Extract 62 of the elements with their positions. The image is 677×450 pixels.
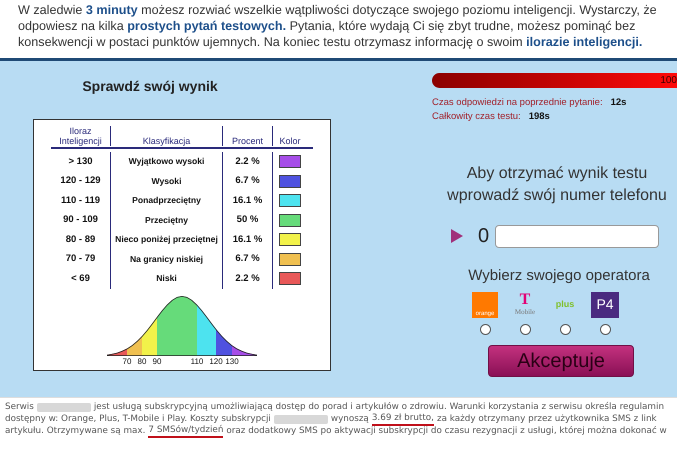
- axis-tick-label: 80: [138, 356, 146, 366]
- column-header: Klasyfikacja: [111, 126, 223, 146]
- table-cell: 2.2 %: [235, 272, 260, 286]
- footer-text: wynoszą: [330, 413, 369, 425]
- table-cell: Na granicy niskiej: [130, 252, 204, 266]
- phone-prefix: 0: [478, 224, 490, 249]
- table-cell: 16.1 %: [232, 194, 262, 208]
- time-label: Całkowity czas testu:: [432, 110, 521, 123]
- operator-logo: P4: [591, 292, 619, 318]
- table-cell: 6.7 %: [235, 174, 260, 188]
- axis-tick-label: 90: [152, 356, 162, 366]
- table-cell: 6.7 %: [235, 252, 260, 266]
- axis-tick-label: 120: [209, 356, 223, 366]
- footer-text: jest usługą subskrypcyjną umożliwiającą dostęp do porad i artykułów o zdrowiu. Warunki korzystania z serwisu określa regulamin: [94, 401, 664, 413]
- footer-text: oraz dodatkowy SMS po aktywacji subskrypcji do czasu rezygnacji z usługi, której można dokonać w: [226, 425, 667, 437]
- table-cell: Przeciętny: [145, 214, 188, 227]
- column-header: Iloraz Inteligencji: [51, 126, 111, 146]
- operator-radio[interactable]: [480, 324, 490, 334]
- footer-text: Serwis: [5, 401, 34, 413]
- table-cell: 110 - 119: [60, 194, 100, 208]
- phone-prompt: Aby otrzymać wynik testu wprowadź swój numer telefonu: [446, 164, 668, 206]
- axis-tick-label: 70: [122, 356, 132, 366]
- footer-text: artykułu. Otrzymywane są max.: [5, 425, 146, 437]
- operator-logo: plus: [556, 298, 574, 311]
- footer-text: dostępny w: Orange, Plus, T-Mobile i Play. Koszty subskrypcji: [5, 413, 271, 424]
- operator-radio[interactable]: [520, 324, 530, 334]
- column-header: Procent: [223, 126, 273, 146]
- table-cell: > 130: [68, 154, 93, 169]
- axis-tick-label: 130: [225, 356, 239, 366]
- table-cell: 70 - 79: [66, 252, 96, 266]
- table-cell: Wyjątkowo wysoki: [128, 155, 204, 168]
- operator-radio[interactable]: [600, 324, 610, 334]
- phone-input-field[interactable]: [495, 224, 660, 248]
- blurred-block: [36, 402, 91, 412]
- intro-paragraph: W zaledwie 3 minuty możesz rozwiać wszelkie wątpliwości dotyczące swojego poziomu inteligencji. Wystarczy, że odpowiesz na kilka prostych pytań testowych. Pytania, które wydają Ci się zbyt trudne, możesz pominąć bez konsekwencji w postaci punktów ujemnych. Na koniec testu otrzymasz informację o swoim ilorazie inteligencji.: [18, 2, 658, 50]
- blurred-block: [274, 414, 328, 424]
- table-cell: 2.2 %: [235, 154, 260, 169]
- table-cell: 80 - 89: [66, 232, 96, 247]
- table-cell: Niski: [156, 272, 177, 286]
- play-icon: [450, 228, 464, 244]
- column-header: Kolor: [278, 135, 302, 146]
- time-value: 12s: [610, 96, 626, 109]
- underlined-text: 7 SMSów/tydzień: [148, 424, 224, 438]
- progress-reading: 100: [660, 74, 677, 88]
- table-cell: 120 - 129: [60, 174, 101, 188]
- table-cell: 16.1 %: [232, 232, 262, 247]
- accept-button[interactable]: Akceptuje: [488, 344, 634, 376]
- table-cell: Wysoki: [152, 174, 182, 188]
- table-cell: Ponadprzeciętny: [132, 194, 201, 208]
- time-label: Czas odpowiedzi na poprzednie pytanie:: [432, 96, 603, 109]
- table-cell: Nieco poniżej przeciętnej: [115, 233, 218, 246]
- footer-text: za każdy otrzymany przez użytkownika SMS z link: [436, 413, 657, 425]
- result-title: Sprawdź swój wynik: [82, 77, 218, 96]
- operator-radio[interactable]: [560, 324, 570, 334]
- axis-tick-label: 110: [190, 356, 204, 366]
- time-value: 198s: [528, 110, 550, 123]
- table-cell: 50 %: [236, 213, 258, 228]
- table-cell: 90 - 109: [63, 213, 98, 228]
- underlined-text: 3.69 zł brutto,: [372, 412, 434, 426]
- operator-logo: T: [520, 292, 530, 308]
- operator-prompt: Wybierz swojego operatora: [467, 266, 651, 286]
- table-cell: < 69: [71, 272, 90, 286]
